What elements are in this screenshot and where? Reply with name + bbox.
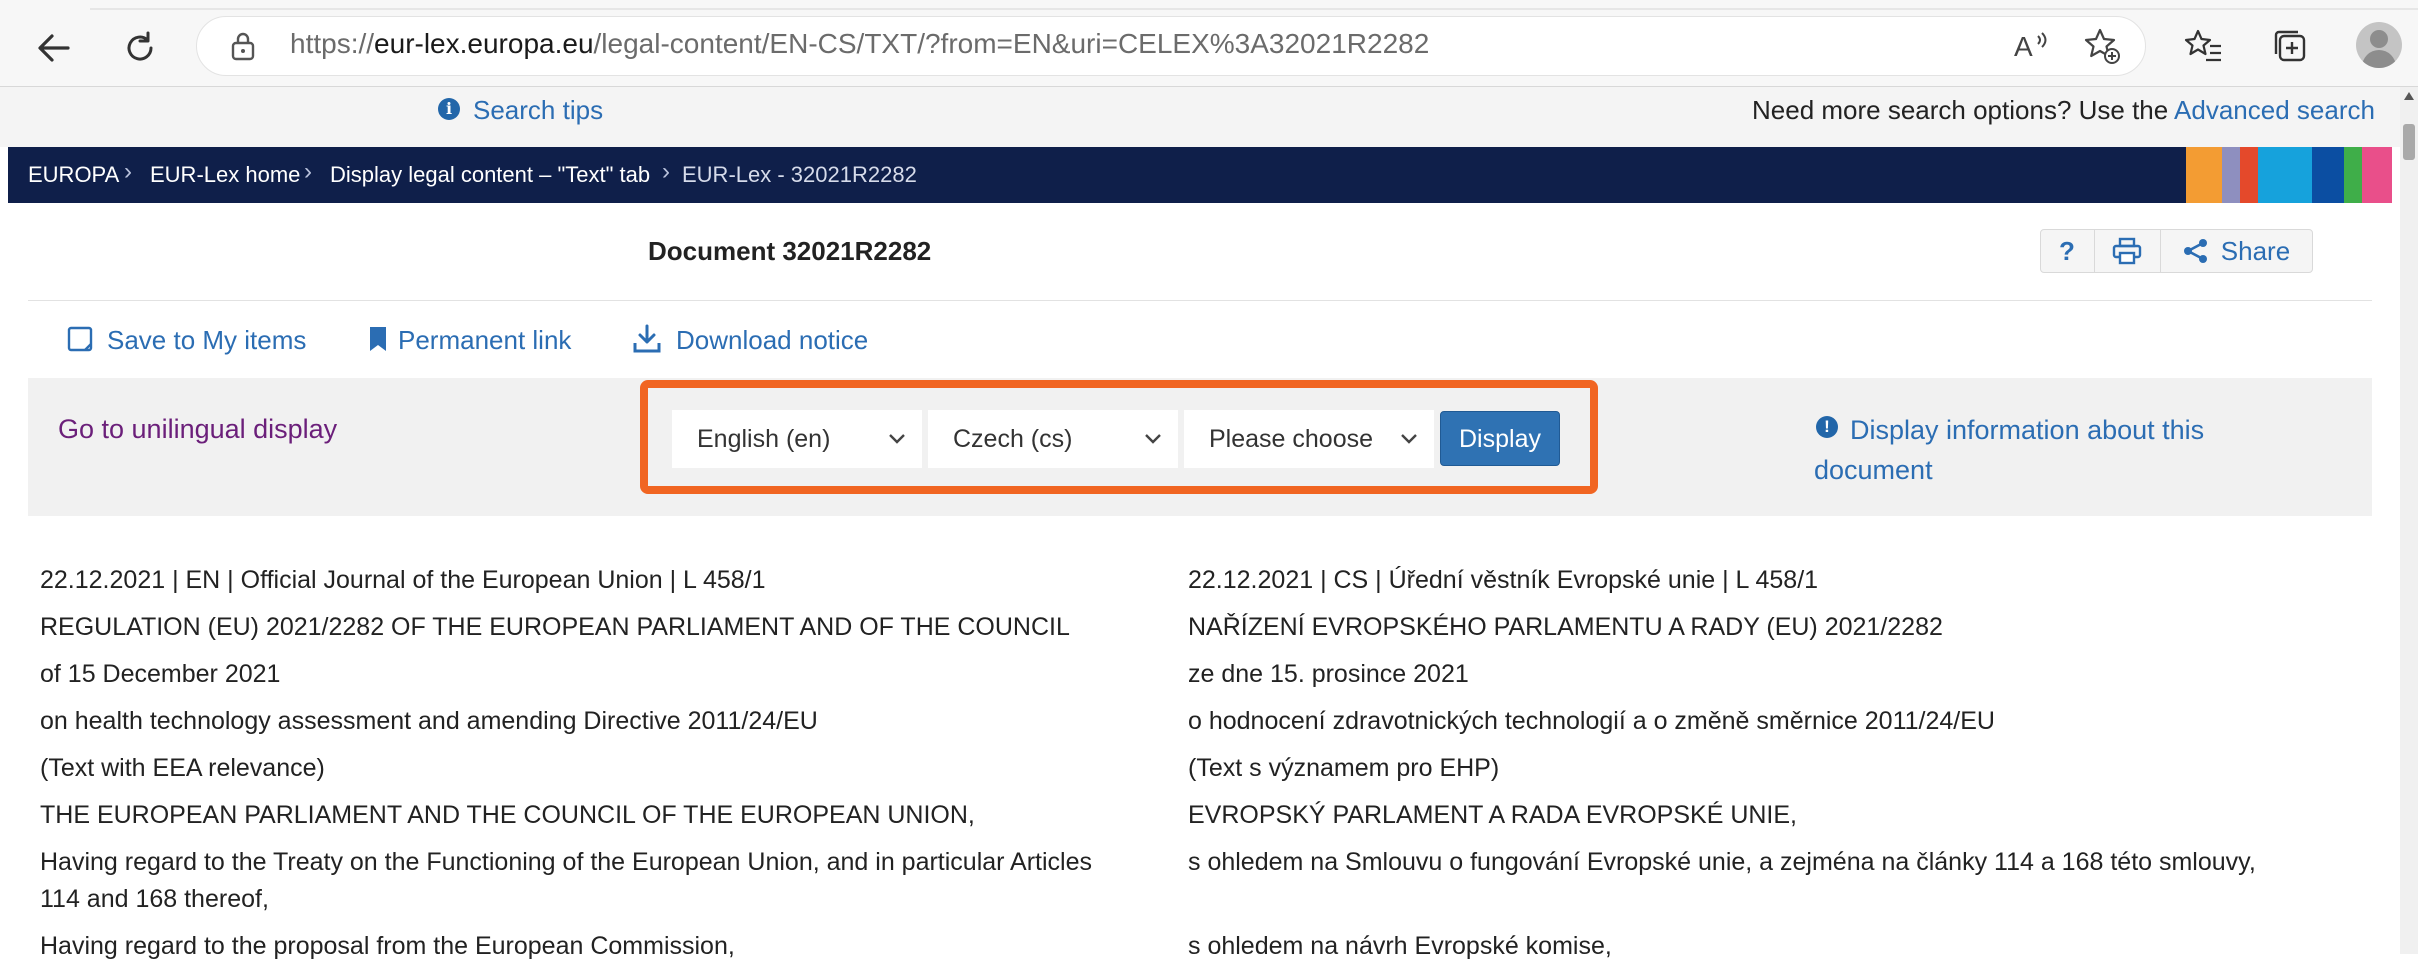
brand-stripe: [2222, 147, 2240, 203]
scrollbar-thumb[interactable]: [2403, 124, 2415, 160]
text-line: s ohledem na Smlouvu o fungování Evropsk…: [1188, 848, 2256, 876]
url-text[interactable]: https://eur-lex.europa.eu/legal-content/…: [290, 28, 1429, 60]
text-line: REGULATION (EU) 2021/2282 OF THE EUROPEA…: [40, 613, 1070, 641]
scrollbar[interactable]: [2400, 87, 2418, 954]
highlight-box: [640, 380, 1598, 494]
favorites-icon[interactable]: [2180, 22, 2228, 70]
text-line: o hodnocení zdravotnických technologií a…: [1188, 707, 1995, 735]
bookmark-icon[interactable]: [364, 323, 394, 355]
advanced-search-link[interactable]: Advanced search: [2174, 95, 2375, 125]
text-line: on health technology assessment and amen…: [40, 707, 818, 735]
brand-stripe: [2186, 147, 2222, 203]
print-icon: [2112, 237, 2142, 265]
download-icon[interactable]: [632, 323, 662, 355]
brand-stripe: [2362, 147, 2392, 203]
save-to-my-items-link[interactable]: Save to My items: [107, 325, 306, 356]
svg-text:A: A: [2014, 31, 2033, 62]
brand-stripe: [2258, 147, 2312, 203]
url-domain: eur-lex.europa.eu: [374, 28, 594, 59]
url-path: /legal-content/EN-CS/TXT/?from=EN&uri=CE…: [593, 28, 1430, 59]
doc-info-line2: document: [1814, 455, 1933, 485]
share-label: Share: [2220, 235, 2291, 266]
text-line: 22.12.2021 | EN | Official Journal of th…: [40, 566, 766, 594]
text-line: of 15 December 2021: [40, 660, 281, 688]
print-button[interactable]: [2094, 229, 2160, 273]
display-information-link[interactable]: Display information about this document: [1814, 410, 2274, 490]
chevron-right-icon: ›: [124, 158, 132, 185]
info-icon: i: [438, 98, 460, 120]
more-search-prefix: Need more search options? Use the: [1752, 95, 2175, 125]
text-line: Having regard to the Treaty on the Funct…: [40, 848, 1093, 876]
scroll-up-icon[interactable]: [2404, 92, 2414, 100]
text-line: Having regard to the proposal from the E…: [40, 932, 735, 960]
text-line: THE EUROPEAN PARLIAMENT AND THE COUNCIL …: [40, 801, 975, 829]
back-arrow-icon: [38, 34, 70, 62]
collections-icon[interactable]: [2266, 22, 2314, 70]
brand-stripe: [2344, 147, 2362, 203]
unilingual-display-link[interactable]: Go to unilingual display: [58, 414, 337, 445]
tab-strip-edge: [90, 8, 2418, 10]
search-tips-link[interactable]: Search tips: [473, 95, 603, 126]
back-button[interactable]: [22, 16, 86, 80]
text-line: s ohledem na návrh Evropské komise,: [1188, 932, 1612, 960]
brand-stripe: [2312, 147, 2344, 203]
document-title: Document 32021R2282: [648, 236, 932, 266]
lock-icon[interactable]: [228, 30, 258, 62]
profile-avatar[interactable]: [2356, 22, 2402, 68]
help-button[interactable]: ?: [2040, 229, 2094, 273]
text-line: (Text s významem pro EHP): [1188, 754, 1500, 782]
breadcrumb-current: EUR-Lex - 32021R2282: [682, 162, 917, 187]
url-prefix: https://: [290, 28, 375, 59]
reload-icon: [127, 31, 153, 61]
doc-info-line1: Display information about this: [1850, 415, 2205, 445]
divider: [28, 300, 2372, 301]
breadcrumb-display-legal-content[interactable]: Display legal content – "Text" tab: [330, 162, 650, 188]
text-line: ze dne 15. prosince 2021: [1188, 660, 1469, 688]
text-line: EVROPSKÝ PARLAMENT A RADA EVROPSKÉ UNIE,: [1188, 801, 1797, 829]
add-favorite-icon[interactable]: [2080, 24, 2124, 68]
brand-stripe: [2240, 147, 2258, 203]
share-button[interactable]: Share: [2160, 229, 2313, 273]
text-line: 114 and 168 thereof,: [40, 885, 269, 913]
breadcrumb-europa[interactable]: EUROPA: [28, 162, 119, 188]
save-icon[interactable]: [66, 323, 96, 355]
more-search-text: Need more search options? Use the Advanc…: [1752, 95, 2375, 126]
read-aloud-icon[interactable]: A: [2010, 24, 2054, 68]
text-line: 22.12.2021 | CS | Úřední věstník Evropsk…: [1188, 566, 1819, 594]
share-icon: [2183, 239, 2207, 263]
permanent-link[interactable]: Permanent link: [398, 325, 571, 356]
chevron-right-icon: ›: [662, 158, 670, 185]
text-line: (Text with EEA relevance): [40, 754, 325, 782]
download-notice-link[interactable]: Download notice: [676, 325, 868, 356]
reload-button[interactable]: [108, 16, 172, 80]
text-line: NAŘÍZENÍ EVROPSKÉHO PARLAMENTU A RADY (E…: [1188, 613, 1943, 641]
breadcrumb-eurlex-home[interactable]: EUR-Lex home: [150, 162, 300, 188]
chevron-right-icon: ›: [304, 158, 312, 185]
